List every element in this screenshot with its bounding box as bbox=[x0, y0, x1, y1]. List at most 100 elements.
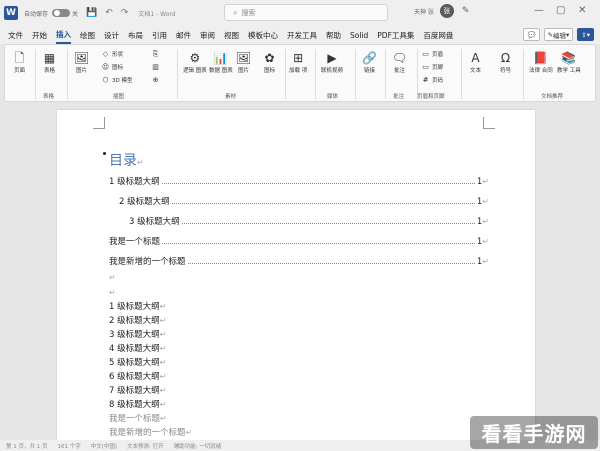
material-icon-button[interactable]: ✿ 图标 bbox=[261, 51, 278, 74]
header-button[interactable]: ▭ 页眉 bbox=[421, 50, 443, 58]
omega-icon: Ω bbox=[500, 50, 511, 65]
tab-view[interactable]: 视图 bbox=[224, 26, 239, 44]
teaching-tools-label: 教学 工具 bbox=[557, 68, 581, 74]
body-paragraph[interactable]: 5 级标题大纲↵ bbox=[109, 356, 166, 368]
paragraph-mark: ↵ bbox=[109, 273, 116, 282]
tab-developer[interactable]: 开发工具 bbox=[287, 26, 317, 44]
document-page[interactable]: 目录↵ 1 级标题大纲 1 ↵ 2 级标题大纲 1 ↵ 3 级标题大纲 1 ↵ 我是一个标题… bbox=[57, 110, 535, 446]
header-label: 页眉 bbox=[432, 52, 444, 58]
save-icon[interactable]: 💾 bbox=[86, 8, 97, 18]
toc-title: 目录↵ bbox=[109, 153, 144, 169]
chart-button[interactable]: ▥ bbox=[151, 63, 162, 71]
addins-button[interactable]: ⊞ 加载 项 bbox=[289, 51, 307, 74]
close-button[interactable]: ✕ bbox=[578, 5, 586, 16]
tab-template-center[interactable]: 模板中心 bbox=[248, 26, 278, 44]
comment-button[interactable]: 💬 bbox=[523, 28, 540, 41]
toc-entry[interactable]: 2 级标题大纲 1 ↵ bbox=[119, 195, 489, 207]
icons-button[interactable]: ☺ 图标 bbox=[101, 63, 123, 71]
body-paragraph[interactable]: 8 级标题大纲↵ bbox=[109, 398, 166, 410]
symbol-button[interactable]: Ω 符号 bbox=[497, 51, 514, 74]
screenshot-button[interactable]: ⊕ bbox=[151, 76, 162, 84]
status-word-count[interactable]: 161 个字 bbox=[58, 442, 81, 450]
editing-mode-label: 编辑 bbox=[553, 31, 567, 40]
footer-icon: ▭ bbox=[422, 63, 429, 71]
redo-icon[interactable]: ↷ bbox=[121, 8, 129, 18]
tab-design[interactable]: 设计 bbox=[104, 26, 119, 44]
tab-help[interactable]: 帮助 bbox=[326, 26, 341, 44]
body-paragraph[interactable]: 7 级标题大纲↵ bbox=[109, 384, 166, 396]
status-accessibility[interactable]: 辅助功能: 一切就绪 bbox=[174, 442, 222, 450]
autosave-toggle[interactable] bbox=[52, 9, 71, 17]
tab-layout[interactable]: 布局 bbox=[128, 26, 143, 44]
link-button[interactable]: 🔗 链接 bbox=[361, 51, 378, 74]
shapes-button[interactable]: ◇ 形状 bbox=[101, 50, 123, 58]
status-language[interactable]: 中文(中国) bbox=[91, 442, 117, 450]
icons-label: 图标 bbox=[112, 65, 124, 71]
picture-button[interactable]: 🖼 图片 bbox=[73, 51, 90, 74]
tab-file[interactable]: 文件 bbox=[8, 26, 23, 44]
data-chart-label: 数据 图表 bbox=[209, 68, 233, 74]
document-area[interactable]: 目录↵ 1 级标题大纲 1 ↵ 2 级标题大纲 1 ↵ 3 级标题大纲 1 ↵ 我是一个标题… bbox=[0, 104, 600, 446]
page-number-button[interactable]: # 页码 bbox=[421, 76, 443, 84]
body-paragraph[interactable]: 我是新增的一个标题↵ bbox=[109, 426, 192, 438]
model3d-button[interactable]: ⬡ 3D 模型 bbox=[101, 76, 132, 84]
body-paragraph[interactable]: 4 级标题大纲↵ bbox=[109, 342, 166, 354]
data-chart-button[interactable]: 📊 数据 图表 bbox=[209, 51, 233, 74]
toc-entry[interactable]: 3 级标题大纲 1 ↵ bbox=[129, 215, 489, 227]
comment-insert-button[interactable]: 🗨 批注 bbox=[391, 51, 408, 74]
material-icon-label: 图标 bbox=[263, 68, 275, 74]
tab-draw[interactable]: 绘图 bbox=[80, 26, 95, 44]
comment-icon: 🗨 bbox=[391, 50, 408, 65]
group-label-illustrations: 插图 bbox=[113, 94, 125, 100]
online-video-button[interactable]: ▶ 联机视频 bbox=[321, 51, 343, 74]
body-paragraph[interactable]: 6 级标题大纲↵ bbox=[109, 370, 166, 382]
user-area[interactable]: 天神 张 张 ✎ bbox=[414, 4, 469, 18]
autosave-control[interactable]: 自动保存 关 bbox=[24, 9, 78, 18]
avatar[interactable]: 张 bbox=[439, 4, 454, 18]
maximize-button[interactable]: ▢ bbox=[556, 5, 565, 16]
tab-home[interactable]: 开始 bbox=[32, 26, 47, 44]
tab-baidu-netdisk[interactable]: 百度网盘 bbox=[423, 26, 453, 44]
smartart-button[interactable]: ⎘ bbox=[151, 50, 162, 58]
tab-review[interactable]: 审阅 bbox=[200, 26, 215, 44]
toc-entry[interactable]: 我是新增的一个标题 1 ↵ bbox=[109, 255, 489, 267]
addins-icon: ⊞ bbox=[293, 50, 304, 65]
crop-mark-top-left bbox=[93, 117, 105, 129]
pen-icon[interactable]: ✎ bbox=[462, 6, 470, 16]
body-paragraph[interactable]: 2 级标题大纲↵ bbox=[109, 314, 166, 326]
status-page-count[interactable]: 第 1 页，共 1 页 bbox=[6, 442, 48, 450]
tab-pdf-tools[interactable]: PDF工具集 bbox=[377, 26, 414, 44]
editing-mode-button[interactable]: ✎ 编辑 ▾ bbox=[543, 28, 574, 41]
undo-icon[interactable]: ↶ bbox=[105, 8, 113, 18]
minimize-button[interactable]: — bbox=[534, 5, 544, 16]
menu-right-controls: 💬 ✎ 编辑 ▾ ⇪ ▾ bbox=[519, 28, 594, 41]
pages-button[interactable]: 🗋 页面 bbox=[11, 51, 28, 74]
tab-references[interactable]: 引用 bbox=[152, 26, 167, 44]
body-paragraph[interactable]: 1 级标题大纲↵ bbox=[109, 300, 166, 312]
status-text-prediction[interactable]: 文本预测: 打开 bbox=[127, 442, 164, 450]
text-button[interactable]: A 文本 bbox=[467, 51, 484, 74]
table-button[interactable]: ▦ 表格 bbox=[41, 51, 58, 74]
teaching-tools-button[interactable]: 📚 教学 工具 bbox=[557, 51, 581, 74]
smartart-icon: ⎘ bbox=[152, 49, 159, 58]
search-box[interactable]: ⌕ 搜索 bbox=[224, 4, 388, 21]
link-label: 链接 bbox=[363, 68, 375, 74]
tab-mailings[interactable]: 邮件 bbox=[176, 26, 191, 44]
tab-solid[interactable]: Solid bbox=[350, 26, 368, 44]
icons-icon: ☺ bbox=[101, 63, 110, 71]
body-paragraph[interactable]: 3 级标题大纲↵ bbox=[109, 328, 166, 340]
search-icon: ⌕ bbox=[233, 7, 238, 17]
share-button[interactable]: ⇪ ▾ bbox=[577, 28, 594, 41]
tab-insert[interactable]: 插入 bbox=[56, 26, 71, 44]
material-picture-button[interactable]: 🖼 图片 bbox=[235, 51, 252, 74]
footer-button[interactable]: ▭ 页脚 bbox=[421, 63, 443, 71]
logic-chart-button[interactable]: ⚙ 逻辑 图表 bbox=[183, 51, 207, 74]
pages-label: 页面 bbox=[13, 68, 25, 74]
body-paragraph[interactable]: 我是一个标题↵ bbox=[109, 412, 167, 424]
logic-chart-icon: ⚙ bbox=[189, 50, 201, 65]
toc-entry[interactable]: 我是一个标题 1 ↵ bbox=[109, 235, 489, 247]
paragraph-mark: ↵ bbox=[109, 288, 116, 297]
table-icon: ▦ bbox=[43, 50, 56, 65]
toc-entry[interactable]: 1 级标题大纲 1 ↵ bbox=[109, 175, 489, 187]
legal-contract-button[interactable]: 📕 法律 合同 bbox=[529, 51, 553, 74]
